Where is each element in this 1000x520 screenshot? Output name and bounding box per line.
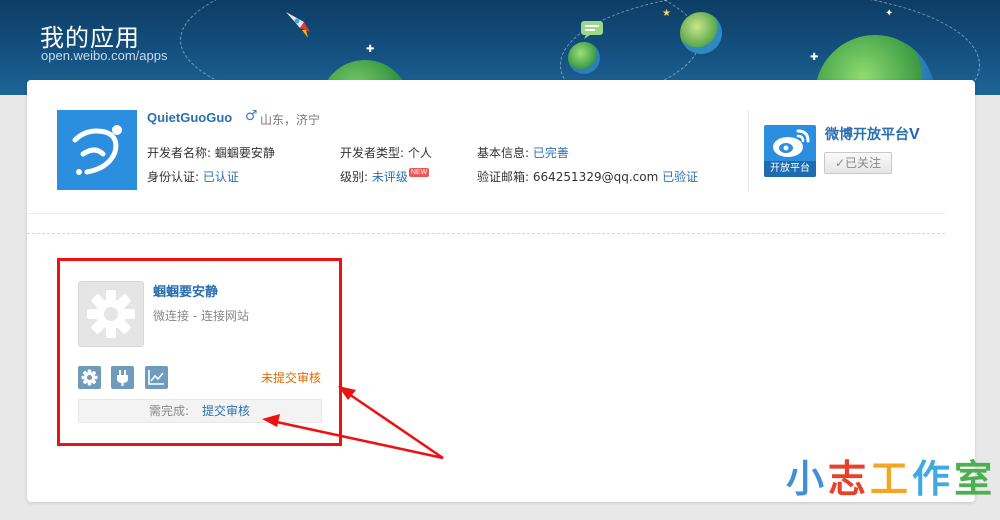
- watermark-char: 工: [870, 457, 913, 501]
- weibo-eye-icon: [773, 129, 810, 157]
- info-level: 级别: 未评级 NEW: [340, 168, 430, 185]
- page-url: open.weibo.com/apps: [41, 48, 168, 63]
- email-value: 664251329@qq.com: [532, 170, 659, 184]
- info-identity: 身份认证: 已认证: [147, 168, 239, 185]
- star-decoration: ✚: [810, 52, 819, 63]
- info-label: 基本信息:: [477, 146, 530, 160]
- email-verified-link[interactable]: 已验证: [662, 170, 698, 184]
- platform-name[interactable]: 微博开放平台V: [825, 124, 920, 144]
- star-decoration: ✦: [885, 8, 894, 19]
- identity-link[interactable]: 已认证: [203, 170, 239, 184]
- main-card: QuietGuoGuo ♂ 山东，济宁 开发者名称: 蝈蝈要安静 开发者类型: …: [27, 80, 975, 502]
- verified-v-icon: V: [909, 126, 920, 143]
- plugin-button[interactable]: [111, 366, 134, 389]
- platform-logo[interactable]: 开放平台: [764, 125, 816, 177]
- new-badge: NEW: [408, 168, 430, 177]
- gear-icon: [81, 369, 98, 386]
- info-basic: 基本信息: 已完善: [477, 144, 569, 161]
- basic-info-link[interactable]: 已完善: [533, 146, 569, 160]
- line-chart-icon: [148, 370, 164, 385]
- followed-button[interactable]: ✓已关注: [824, 152, 892, 174]
- developer-avatar[interactable]: [57, 110, 137, 190]
- app-icon[interactable]: [78, 281, 144, 347]
- statistics-button[interactable]: [145, 366, 168, 389]
- vertical-divider: [748, 110, 749, 192]
- info-dev-type: 开发者类型: 个人: [340, 144, 432, 161]
- chat-bubble-icon: [581, 21, 603, 39]
- info-label: 身份认证:: [147, 170, 200, 184]
- todo-label: 需完成:: [149, 404, 190, 418]
- level-link[interactable]: 未评级: [372, 170, 408, 184]
- info-label: 验证邮箱:: [477, 170, 530, 184]
- section-divider: [27, 213, 945, 214]
- gender-male-icon: ♂: [245, 108, 258, 124]
- developer-location: 山东，济宁: [260, 113, 321, 127]
- watermark-char: 小: [786, 457, 829, 501]
- star-decoration: ✚: [366, 44, 375, 55]
- watermark-char: 室: [954, 457, 997, 501]
- info-label: 开发者类型:: [340, 146, 405, 160]
- planet-decoration: [680, 12, 722, 54]
- platform-name-text: 微博开放平台: [825, 127, 909, 143]
- info-value: 蝈蝈要安静: [214, 146, 275, 160]
- star-decoration: ★: [662, 8, 671, 19]
- rocket-icon: [286, 12, 310, 38]
- info-label: 开发者名称:: [147, 146, 212, 160]
- watermark-text: 小志工作室: [786, 448, 996, 503]
- platform-logo-label: 开放平台: [764, 161, 816, 177]
- watermark-char: 志: [828, 457, 871, 501]
- review-status: 未提交审核: [261, 371, 322, 385]
- dashed-divider: [27, 233, 945, 234]
- plug-icon: [117, 370, 128, 386]
- developer-username[interactable]: QuietGuoGuo: [147, 110, 232, 125]
- info-value: 个人: [407, 146, 432, 160]
- submit-review-link[interactable]: 提交审核: [202, 400, 250, 422]
- gear-icon: [87, 290, 135, 338]
- app-subtitle: 微连接 - 连接网站: [153, 309, 249, 323]
- settings-button[interactable]: [78, 366, 101, 389]
- avatar-logo-icon: [72, 125, 122, 175]
- app-card: 蝈蝈要安静 微连接 - 连接网站 未提交审核 需完成: 提交审核: [57, 258, 342, 446]
- info-email: 验证邮箱: 664251329@qq.com 已验证: [477, 168, 698, 185]
- app-title[interactable]: 蝈蝈要安静: [153, 281, 218, 300]
- info-dev-name: 开发者名称: 蝈蝈要安静: [147, 144, 275, 161]
- watermark-char: 作: [912, 457, 955, 501]
- info-label: 级别:: [340, 170, 369, 184]
- todo-row: 需完成: 提交审核: [78, 399, 322, 423]
- planet-decoration: [568, 42, 600, 74]
